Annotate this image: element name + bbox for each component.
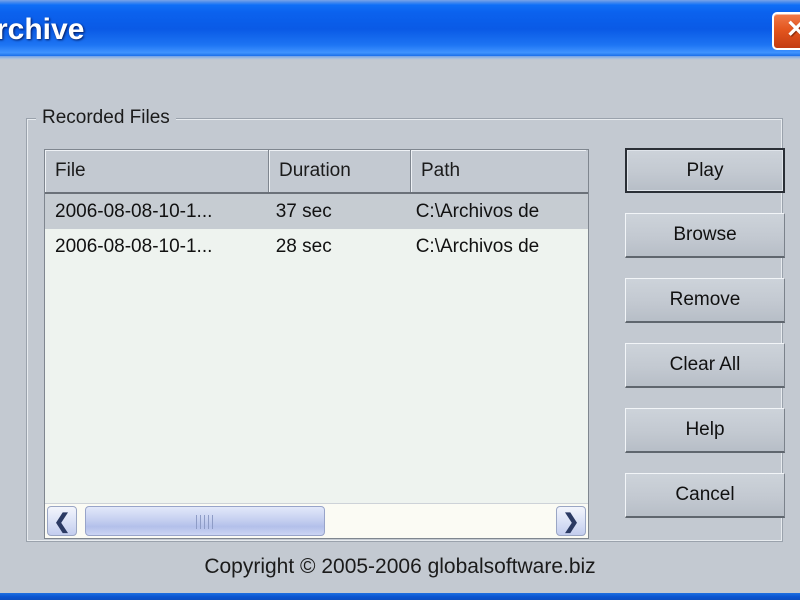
cell-path: C:\Archivos de xyxy=(415,235,540,257)
play-button[interactable]: Play xyxy=(625,148,785,193)
close-icon: ✕ xyxy=(785,16,800,43)
cell-file: 2006-08-08-10-1... xyxy=(55,200,213,222)
scrollbar-grip-icon xyxy=(196,515,214,529)
copyright-text: Copyright © 2005-2006 globalsoftware.biz xyxy=(204,555,596,578)
browse-button[interactable]: Browse xyxy=(625,213,785,258)
help-button[interactable]: Help xyxy=(625,408,785,453)
list-rows: 2006-08-08-10-1... 37 sec C:\Archivos de… xyxy=(45,194,588,538)
archive-dialog: rchive ✕ Recorded Files File Duration Pa… xyxy=(0,0,800,600)
close-button[interactable]: ✕ xyxy=(772,12,800,50)
cell-path: C:\Archivos de xyxy=(415,200,540,222)
scrollbar-track[interactable] xyxy=(79,506,554,536)
scroll-left-arrow-icon[interactable]: ❮ xyxy=(47,506,77,536)
column-header-file[interactable]: File xyxy=(45,150,269,192)
list-header: File Duration Path xyxy=(45,150,588,194)
titlebar-highlight xyxy=(0,0,800,5)
title-bar[interactable]: rchive ✕ xyxy=(0,0,800,56)
cell-duration: 28 sec xyxy=(275,235,332,257)
table-row[interactable]: 2006-08-08-10-1... 28 sec C:\Archivos de xyxy=(45,229,588,264)
recorded-files-list[interactable]: File Duration Path 2006-08-08-10-1... 37… xyxy=(44,149,589,539)
scroll-right-arrow-icon[interactable]: ❯ xyxy=(556,506,586,536)
horizontal-scrollbar[interactable]: ❮ ❯ xyxy=(45,503,588,538)
clear-all-button[interactable]: Clear All xyxy=(625,343,785,388)
cell-duration: 37 sec xyxy=(275,200,332,222)
dialog-body: Recorded Files File Duration Path 2006-0… xyxy=(0,60,800,593)
window-bottom-border xyxy=(0,593,800,600)
column-header-path[interactable]: Path xyxy=(411,150,586,192)
cell-file: 2006-08-08-10-1... xyxy=(55,235,213,257)
column-header-duration[interactable]: Duration xyxy=(269,150,411,192)
scrollbar-thumb[interactable] xyxy=(85,506,325,536)
table-row[interactable]: 2006-08-08-10-1... 37 sec C:\Archivos de xyxy=(45,194,588,229)
groupbox-label: Recorded Files xyxy=(36,107,176,129)
window-title: rchive xyxy=(0,13,85,46)
remove-button[interactable]: Remove xyxy=(625,278,785,323)
cancel-button[interactable]: Cancel xyxy=(625,473,785,518)
